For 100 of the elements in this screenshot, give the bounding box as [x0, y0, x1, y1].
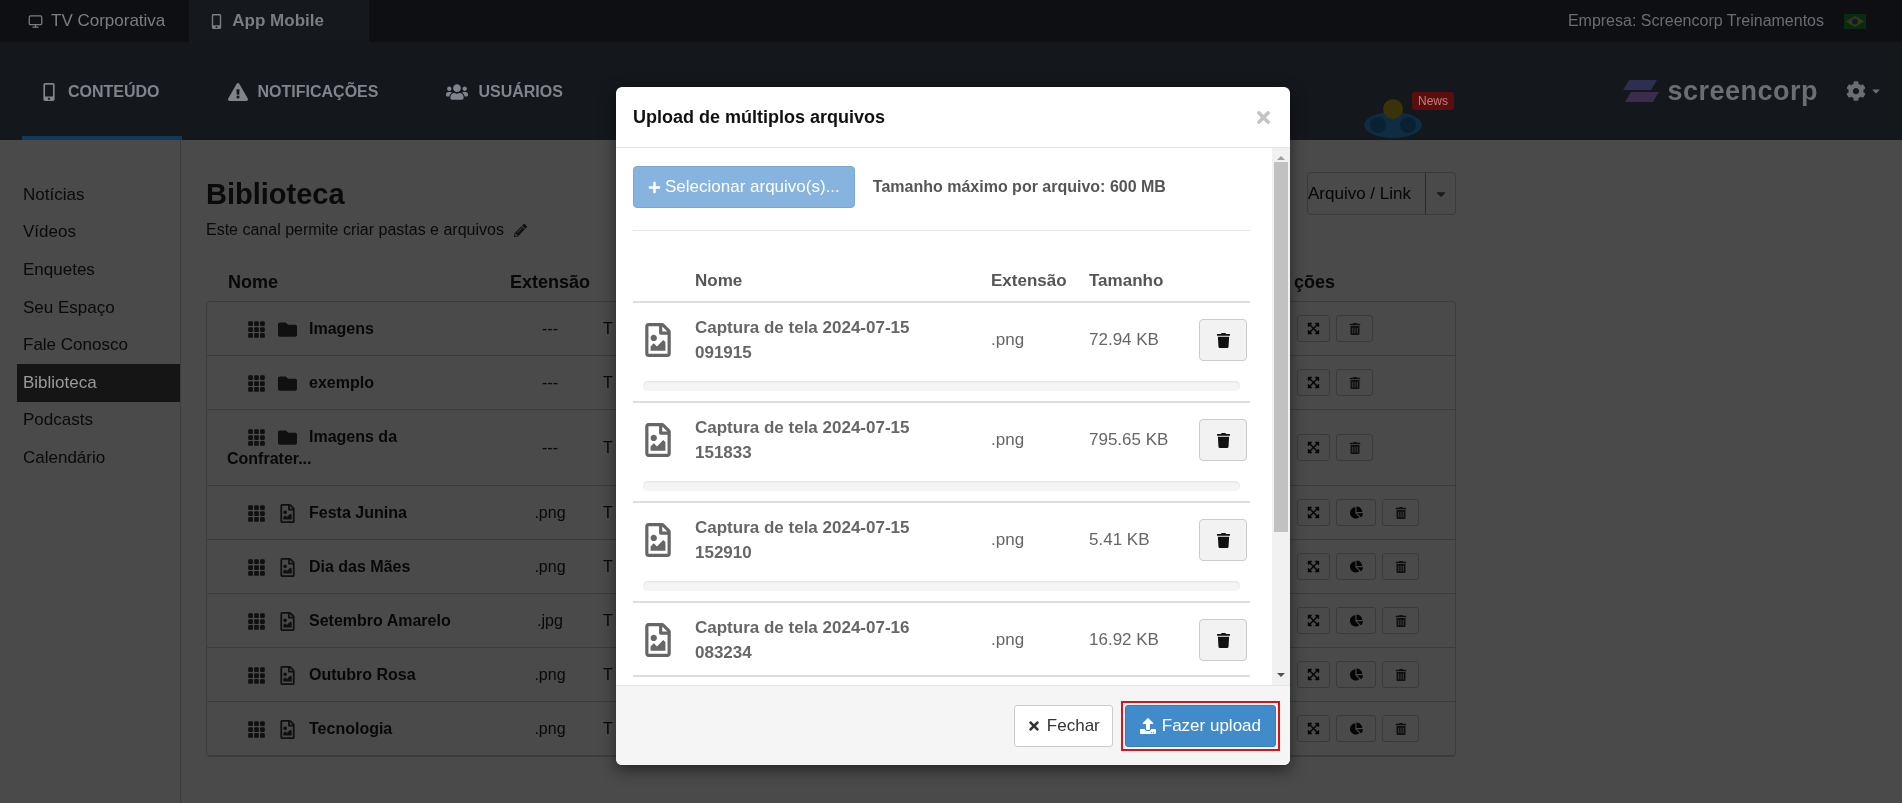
stats-button[interactable]	[1336, 553, 1376, 580]
drag-handle-icon[interactable]	[247, 373, 266, 393]
expand-icon	[1307, 614, 1320, 627]
sidebar-item[interactable]: Biblioteca	[17, 363, 180, 402]
file-size: 72.94 KB	[1089, 330, 1160, 350]
upload-icon	[1139, 717, 1156, 734]
table-cell: T	[603, 373, 613, 392]
item-name[interactable]: Dia das Mães	[227, 555, 477, 578]
select-files-button[interactable]: Selecionar arquivo(s)...	[633, 166, 855, 208]
pencil-icon[interactable]	[513, 223, 527, 237]
upload-button[interactable]: Fazer upload	[1124, 704, 1276, 747]
extension-cell: .png	[534, 557, 566, 576]
file-extension: .png	[991, 330, 1026, 350]
item-name[interactable]: Outubro Rosa	[227, 663, 477, 686]
image-file-icon	[278, 665, 297, 685]
trash-icon	[1348, 441, 1361, 454]
stats-button[interactable]	[1336, 661, 1376, 688]
pie-chart-icon	[1349, 722, 1363, 735]
image-file-icon	[278, 557, 297, 577]
item-name[interactable]: Festa Junina	[227, 501, 477, 524]
extension-cell: .png	[534, 665, 566, 684]
item-name[interactable]: Tecnologia	[227, 717, 477, 740]
scrollbar[interactable]	[1272, 148, 1290, 685]
sidebar-item[interactable]: Calendário	[17, 439, 180, 477]
expand-icon	[1307, 376, 1320, 389]
drag-handle-icon[interactable]	[247, 319, 266, 339]
drag-handle-icon[interactable]	[247, 503, 266, 523]
folder-icon	[278, 319, 297, 339]
flag-icon[interactable]	[1844, 13, 1866, 29]
drag-handle-icon[interactable]	[247, 427, 266, 447]
nav-tab[interactable]: CONTEÚDO	[22, 42, 182, 140]
trash-icon	[1394, 722, 1407, 735]
column-header: Extensão	[991, 271, 1068, 291]
extension-cell: .jpg	[537, 611, 563, 630]
mobile-phone-icon	[40, 83, 58, 101]
image-file-icon	[278, 503, 297, 523]
image-file-icon	[278, 719, 297, 739]
drag-handle-icon[interactable]	[247, 611, 266, 631]
column-header: Nome	[695, 271, 744, 291]
extension-cell: ---	[542, 438, 558, 457]
dialog-title: Upload de múltiplos arquivos	[633, 106, 886, 128]
trash-icon	[1215, 432, 1231, 448]
trash-icon	[1215, 532, 1231, 548]
close-button[interactable]: Fechar	[1013, 704, 1113, 747]
sidebar-item[interactable]: Notícias	[17, 176, 180, 214]
expand-icon	[1307, 560, 1320, 573]
trash-icon	[1394, 668, 1407, 681]
expand-button[interactable]	[1297, 661, 1330, 688]
logo-icon	[1623, 78, 1660, 104]
logo-text: screencorp	[1667, 75, 1818, 107]
expand-button[interactable]	[1297, 499, 1330, 526]
stats-button[interactable]	[1336, 499, 1376, 526]
file-size: 5.41 KB	[1089, 530, 1151, 550]
sidebar-item[interactable]: Enquetes	[17, 251, 180, 289]
expand-button[interactable]	[1297, 553, 1330, 580]
table-cell: T	[603, 503, 613, 522]
expand-icon	[1307, 506, 1320, 519]
sidebar-item[interactable]: Fale Conosco	[17, 326, 180, 364]
page-title: Biblioteca	[206, 178, 346, 211]
item-name[interactable]: exemplo	[227, 371, 477, 394]
trash-icon	[1348, 322, 1361, 335]
nav-tab[interactable]: NOTIFICAÇÕES	[209, 42, 401, 140]
extension-cell: .png	[534, 719, 566, 738]
file-extension: .png	[991, 530, 1026, 550]
expand-icon	[1307, 441, 1320, 454]
drag-handle-icon[interactable]	[247, 665, 266, 685]
trash-icon	[1394, 614, 1407, 627]
top-tab[interactable]: TV Corporativa	[8, 0, 190, 42]
close-icon	[1026, 718, 1041, 733]
extension-cell: ---	[542, 373, 558, 392]
trash-icon	[1215, 632, 1231, 648]
nav-tab[interactable]: USUÁRIOS	[428, 42, 585, 140]
expand-icon	[1307, 722, 1320, 735]
sidebar-item[interactable]: Vídeos	[17, 213, 180, 252]
pie-chart-icon	[1349, 668, 1363, 681]
file-extension: .png	[991, 630, 1026, 650]
file-name: Captura de tela 2024-07-15 152910	[695, 517, 911, 564]
expand-button[interactable]	[1297, 607, 1330, 634]
expand-button[interactable]	[1297, 715, 1330, 742]
news-badge: News	[1412, 92, 1454, 110]
users-icon	[446, 81, 469, 103]
top-tab[interactable]: App Mobile	[189, 0, 370, 42]
expand-button[interactable]	[1297, 369, 1330, 396]
max-size-label: Tamanho máximo por arquivo: 600 MB	[872, 178, 1166, 196]
extension-cell: ---	[542, 319, 558, 338]
item-name[interactable]: Setembro Amarelo	[227, 609, 477, 632]
item-name[interactable]: Imagens	[227, 317, 477, 340]
file-name: Captura de tela 2024-07-16 083234	[695, 617, 911, 664]
warning-icon	[227, 82, 248, 102]
sidebar-item[interactable]: Seu Espaço	[17, 288, 180, 327]
expand-button[interactable]	[1297, 434, 1330, 461]
drag-handle-icon[interactable]	[247, 557, 266, 577]
gear-icon[interactable]	[1846, 81, 1866, 101]
extension-cell: .png	[534, 503, 566, 522]
stats-button[interactable]	[1336, 715, 1376, 742]
item-name[interactable]: Imagens da Confrater...	[227, 425, 477, 470]
expand-button[interactable]	[1297, 315, 1330, 342]
drag-handle-icon[interactable]	[247, 719, 266, 739]
sidebar-item[interactable]: Podcasts	[17, 401, 180, 440]
stats-button[interactable]	[1336, 607, 1376, 634]
